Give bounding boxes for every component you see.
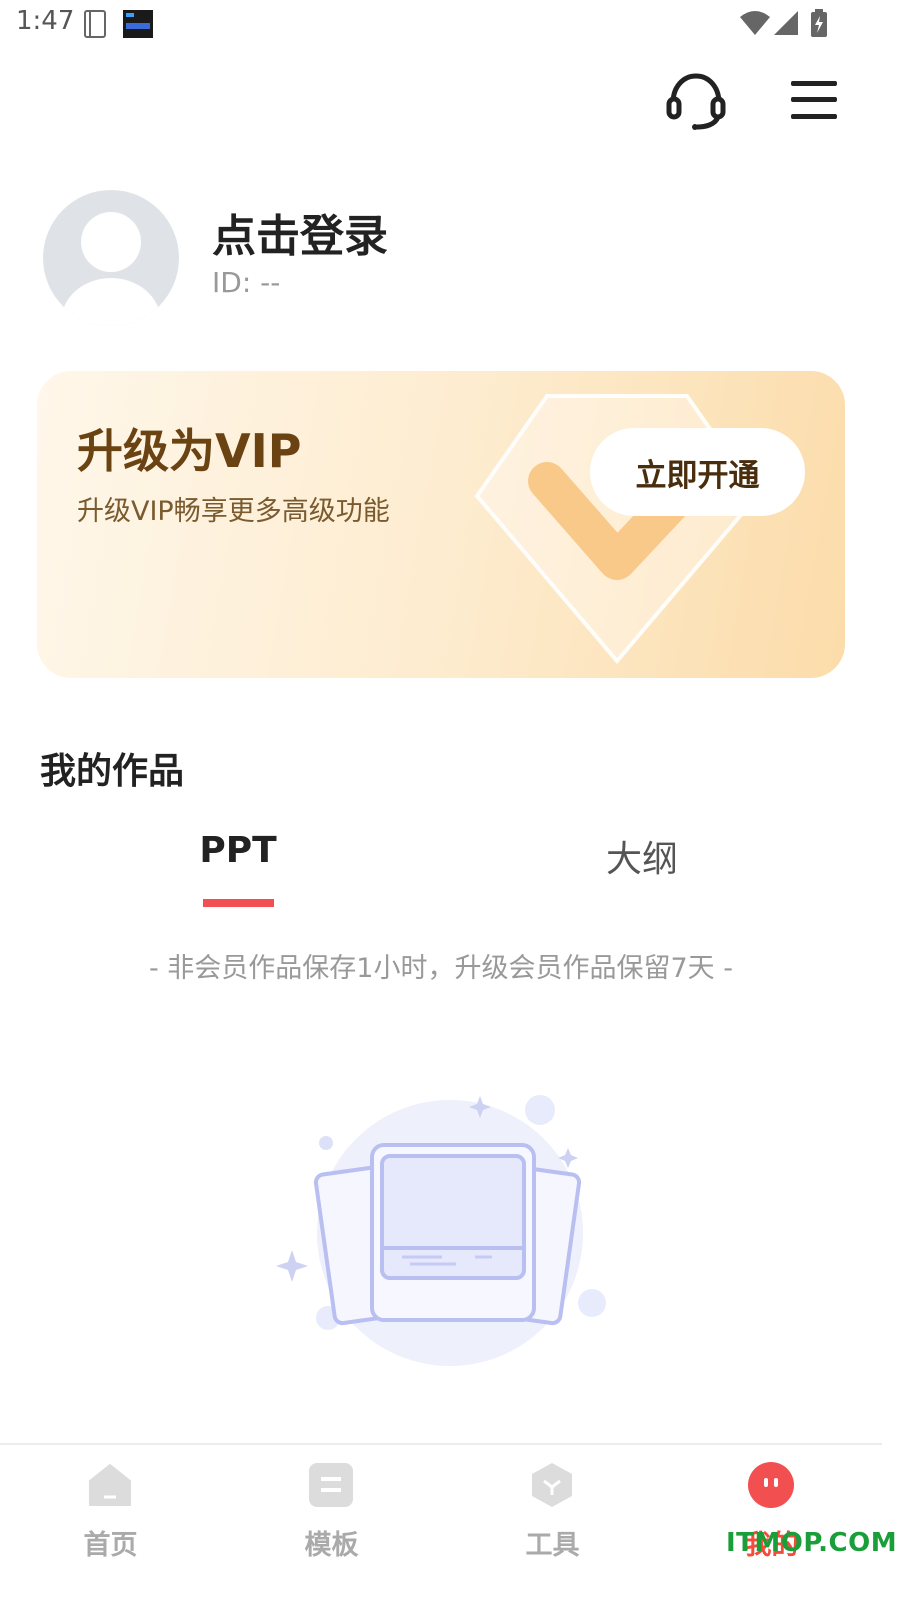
app-thumbnail-icon bbox=[123, 10, 153, 38]
tab-outline[interactable]: 大纲 bbox=[542, 830, 742, 882]
nav-label: 首页 bbox=[83, 1530, 138, 1561]
tools-icon bbox=[532, 1463, 572, 1507]
home-icon bbox=[89, 1464, 131, 1506]
nav-home[interactable]: 首页 bbox=[0, 1445, 221, 1570]
nav-label: 模板 bbox=[304, 1530, 359, 1561]
login-prompt[interactable]: 点击登录 bbox=[212, 200, 388, 264]
active-tab-indicator bbox=[203, 899, 274, 907]
empty-works-illustration bbox=[276, 1095, 606, 1366]
default-avatar-icon bbox=[61, 212, 161, 326]
user-id: ID: -- bbox=[212, 266, 281, 299]
vip-title: 升级为VIP bbox=[77, 424, 302, 478]
storage-notice: - 非会员作品保存1小时，升级会员作品保留7天 - bbox=[148, 953, 733, 984]
status-time: 1:47 bbox=[16, 6, 75, 36]
template-icon bbox=[309, 1463, 353, 1507]
battery-charging-icon bbox=[811, 9, 827, 37]
headset-icon bbox=[666, 73, 726, 130]
customer-service-button[interactable] bbox=[664, 68, 728, 132]
vip-subtitle: 升级VIP畅享更多高级功能 bbox=[77, 496, 390, 527]
menu-icon bbox=[791, 81, 837, 119]
watermark: ITMOP.COM bbox=[726, 1528, 898, 1558]
nav-tools[interactable]: 工具 bbox=[442, 1445, 663, 1570]
activate-vip-button[interactable]: 立即开通 bbox=[590, 428, 805, 516]
vip-upgrade-card[interactable]: 升级为VIP 升级VIP畅享更多高级功能 立即开通 bbox=[37, 371, 845, 678]
nav-label: 工具 bbox=[525, 1530, 580, 1561]
nav-templates[interactable]: 模板 bbox=[221, 1445, 442, 1570]
profile-face-icon bbox=[748, 1462, 794, 1508]
wifi-icon bbox=[740, 11, 770, 35]
avatar[interactable] bbox=[43, 190, 179, 326]
my-works-title: 我的作品 bbox=[40, 751, 185, 792]
tab-ppt[interactable]: PPT bbox=[138, 830, 338, 871]
cellular-signal-icon bbox=[774, 11, 798, 35]
menu-button[interactable] bbox=[782, 68, 846, 132]
notebook-icon bbox=[84, 10, 106, 38]
